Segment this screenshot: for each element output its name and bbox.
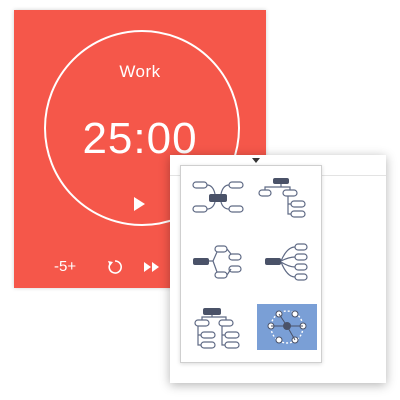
minus-five-button[interactable]: -5+ <box>54 258 76 275</box>
brace-map-layout-option[interactable] <box>257 304 317 350</box>
dropdown-caret-icon[interactable] <box>252 158 260 163</box>
fishbone-layout-option[interactable] <box>255 238 313 286</box>
fast-forward-icon[interactable] <box>142 260 162 274</box>
layout-picker-popup <box>180 165 322 363</box>
mind-map-layout-option[interactable] <box>189 174 247 222</box>
reset-icon[interactable] <box>106 258 124 276</box>
timer-mode-label: Work <box>119 62 161 81</box>
tree-chart-layout-option[interactable] <box>189 304 247 352</box>
play-icon[interactable] <box>131 196 147 212</box>
logic-chart-layout-option[interactable] <box>189 238 247 286</box>
org-chart-layout-option[interactable] <box>255 174 313 222</box>
